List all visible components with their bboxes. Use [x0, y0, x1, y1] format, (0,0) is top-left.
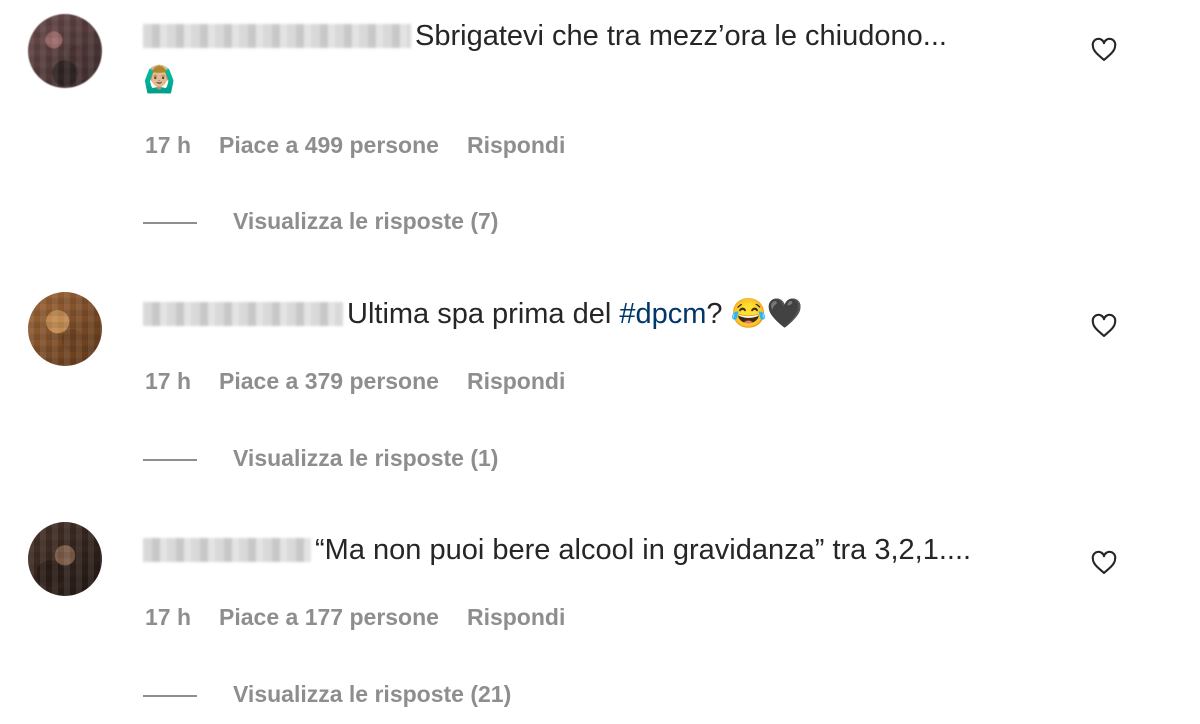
heart-outline-icon[interactable]	[1090, 36, 1118, 64]
user-avatar[interactable]	[28, 14, 102, 88]
comment-text-line: Sbrigatevi che tra mezz’ora le chiudono.…	[143, 18, 947, 54]
comment-time: 17 h	[145, 604, 192, 630]
comment-item: Ultima spa prima del #dpcm? 😂🖤 17 h Piace…	[0, 270, 1200, 490]
view-replies-button[interactable]: Visualizza le risposte (1)	[143, 445, 498, 472]
view-replies-label: Visualizza le risposte (7)	[233, 208, 499, 234]
view-replies-button[interactable]: Visualizza le risposte (7)	[143, 208, 498, 235]
heart-outline-icon[interactable]	[1090, 549, 1118, 577]
comment-text: Ultima spa prima del	[347, 298, 620, 330]
comment-meta: 17 h Piace a 379 persone Rispondi	[145, 368, 593, 395]
replies-divider	[143, 221, 197, 224]
reply-button[interactable]: Rispondi	[467, 132, 565, 158]
reply-button[interactable]: Rispondi	[467, 604, 565, 630]
username-blurred[interactable]	[143, 24, 411, 48]
reply-button[interactable]: Rispondi	[467, 368, 565, 394]
like-count[interactable]: Piace a 379 persone	[219, 368, 439, 394]
user-avatar[interactable]	[28, 292, 102, 366]
comment-item: “Ma non puoi bere alcool in gravidanza” …	[0, 506, 1200, 724]
heart-outline-icon[interactable]	[1090, 312, 1118, 340]
comment-meta: 17 h Piace a 499 persone Rispondi	[145, 132, 593, 159]
comment-text: Sbrigatevi che tra mezz’ora le chiudono.…	[415, 20, 947, 52]
username-blurred[interactable]	[143, 302, 343, 326]
comment-time: 17 h	[145, 132, 192, 158]
view-replies-button[interactable]: Visualizza le risposte (21)	[143, 681, 511, 708]
comment-text: “Ma non puoi bere alcool in gravidanza” …	[315, 534, 972, 566]
view-replies-label: Visualizza le risposte (21)	[233, 681, 512, 707]
comment-text-line: “Ma non puoi bere alcool in gravidanza” …	[143, 532, 971, 568]
like-count[interactable]: Piace a 177 persone	[219, 604, 439, 630]
replies-divider	[143, 694, 197, 697]
like-count[interactable]: Piace a 499 persone	[219, 132, 439, 158]
user-avatar[interactable]	[28, 522, 102, 596]
comment-emoji: 🙆🏼‍♂️	[143, 64, 177, 94]
replies-divider	[143, 458, 197, 461]
comment-time: 17 h	[145, 368, 192, 394]
view-replies-label: Visualizza le risposte (1)	[233, 445, 499, 471]
comment-item: Sbrigatevi che tra mezz’ora le chiudono.…	[0, 0, 1200, 260]
hashtag-link[interactable]: #dpcm	[619, 298, 706, 330]
comment-text-end: ? 😂🖤	[706, 298, 803, 330]
comment-text-line: Ultima spa prima del #dpcm? 😂🖤	[143, 296, 803, 332]
comment-meta: 17 h Piace a 177 persone Rispondi	[145, 604, 593, 631]
username-blurred[interactable]	[143, 538, 311, 562]
